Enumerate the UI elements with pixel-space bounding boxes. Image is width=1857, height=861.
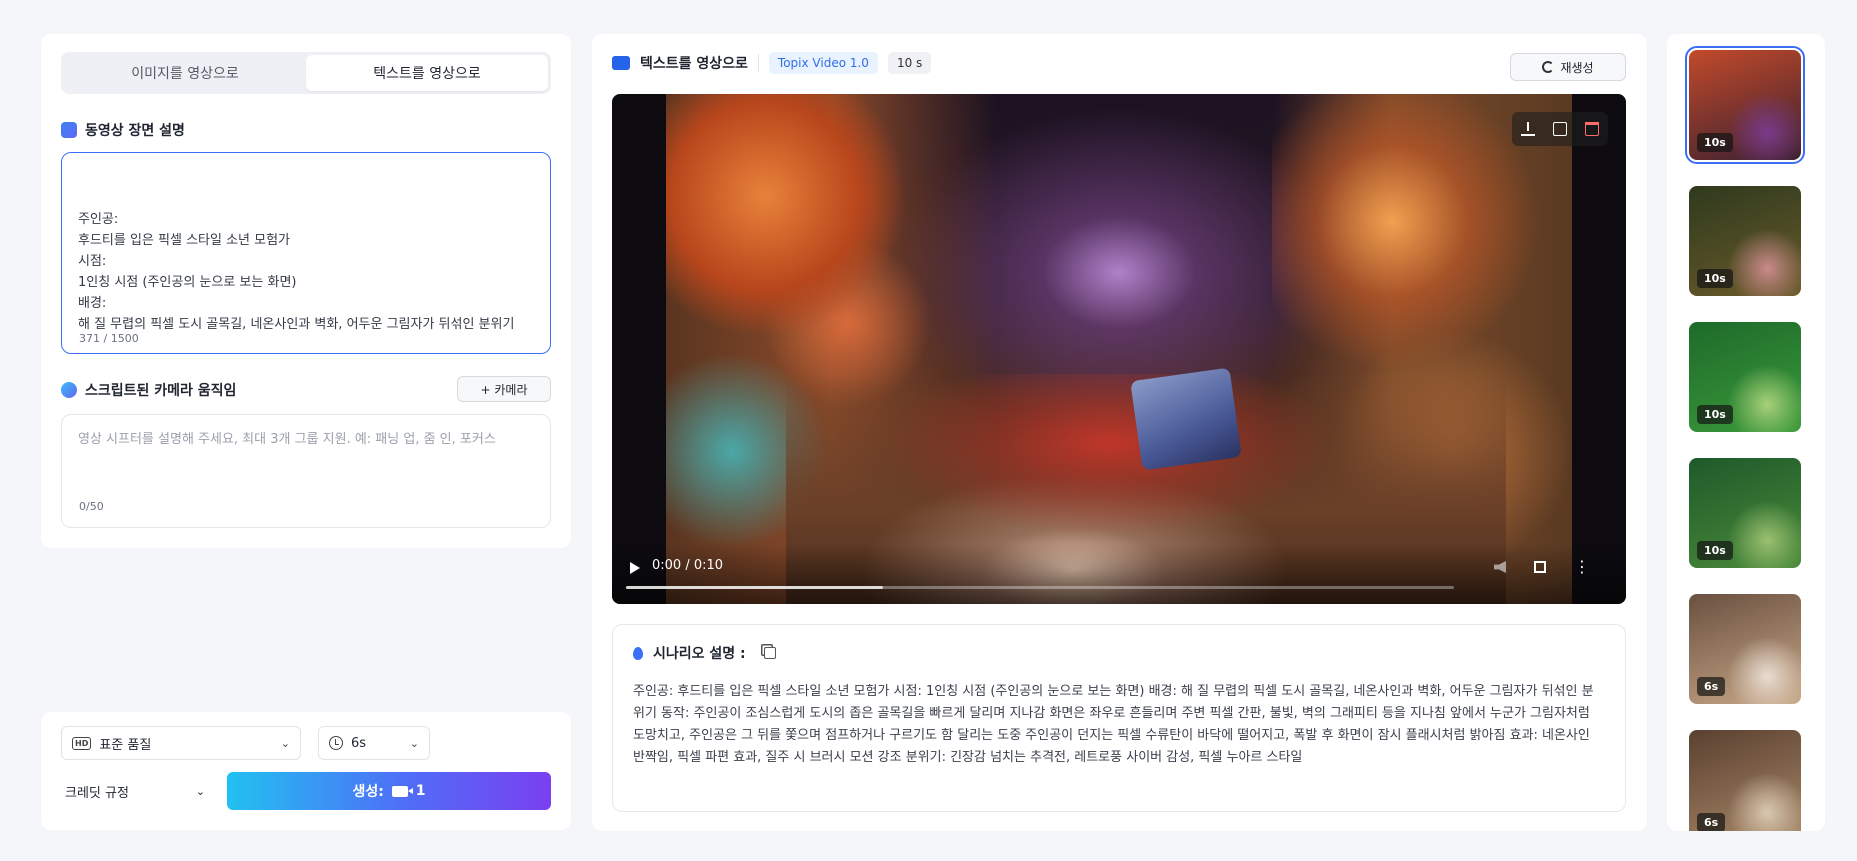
history-thumbnail[interactable]: 6s	[1689, 730, 1801, 831]
scenario-text: 주인공: 후드티를 입은 픽셀 스타일 소년 모험가 시점: 1인칭 시점 (주…	[633, 684, 1594, 765]
history-thumbnail[interactable]: 10s	[1689, 458, 1801, 568]
scene-section-header: 동영상 장면 설명	[61, 120, 185, 140]
chevron-down-icon: ⌄	[195, 784, 205, 798]
credit-label: 크레딧 규정	[65, 785, 129, 801]
scene-section-title: 동영상 장면 설명	[85, 123, 185, 139]
camera-placeholder: 영상 시프터를 설명해 주세요, 최대 3개 그룹 지원. 예: 패닝 업, 줌…	[78, 432, 496, 447]
generate-panel: HD 표준 품질 ⌄ 6s ⌄ 크레딧 규정 ⌄ 생성: 1	[41, 712, 571, 830]
mode-tabs: 이미지를 영상으로 텍스트를 영상으로	[61, 52, 551, 94]
preview-title: 텍스트를 영상으로	[640, 56, 748, 72]
video-controls: 0:00 / 0:10 ⋮	[612, 544, 1626, 604]
clock-icon	[329, 736, 343, 750]
history-thumbnail[interactable]: 10s	[1689, 186, 1801, 296]
location-pin-icon	[633, 646, 643, 660]
progress-bar[interactable]	[626, 586, 1454, 589]
duration-select[interactable]: 6s ⌄	[318, 726, 430, 760]
time-display: 0:00 / 0:10	[652, 558, 724, 573]
history-thumbnail[interactable]: 6s	[1689, 594, 1801, 704]
camera-movement-input[interactable]: 영상 시프터를 설명해 주세요, 최대 3개 그룹 지원. 예: 패닝 업, 줌…	[61, 414, 551, 528]
divider	[757, 54, 759, 72]
camera-button-label: + 카메라	[480, 382, 528, 397]
trash-icon[interactable]	[1585, 122, 1599, 136]
hd-icon: HD	[72, 736, 92, 750]
scene-description-input[interactable]: 주인공: 후드티를 입은 픽셀 스타일 소년 모험가 시점: 1인칭 시점 (주…	[61, 152, 551, 354]
model-badge: Topix Video 1.0	[768, 52, 878, 74]
generate-label: 생성:	[352, 784, 384, 800]
add-camera-button[interactable]: + 카메라	[457, 376, 551, 402]
history-panel: 10s 10s 10s 10s 6s 6s	[1667, 34, 1825, 831]
thumbnail-duration-badge: 10s	[1697, 541, 1733, 560]
thumbnail-duration-badge: 10s	[1697, 133, 1733, 152]
quality-label: 표준 품질	[99, 737, 152, 753]
scenario-header: 시나리오 설명 :	[633, 643, 1605, 663]
scene-char-counter: 371 / 1500	[79, 332, 139, 345]
edit-doc-icon	[61, 122, 77, 138]
fullscreen-icon[interactable]	[1534, 561, 1546, 573]
prompt-panel: 이미지를 영상으로 텍스트를 영상으로 동영상 장면 설명 주인공: 후드티를 …	[41, 34, 571, 548]
generate-button[interactable]: 생성: 1	[227, 772, 551, 810]
volume-icon[interactable]	[1494, 561, 1506, 573]
edit-icon[interactable]	[1553, 122, 1567, 136]
history-thumbnail[interactable]: 10s	[1689, 322, 1801, 432]
video-icon	[612, 56, 630, 70]
scene-description-text: 주인공: 후드티를 입은 픽셀 스타일 소년 모험가 시점: 1인칭 시점 (주…	[78, 212, 515, 332]
camera-icon	[61, 382, 77, 398]
copy-icon[interactable]	[763, 647, 776, 659]
tab-image-to-video[interactable]: 이미지를 영상으로	[64, 55, 306, 91]
duration-label: 6s	[351, 735, 367, 751]
preview-panel: 텍스트를 영상으로 Topix Video 1.0 10 s 재생성 0:00 …	[592, 34, 1647, 831]
duration-badge: 10 s	[887, 52, 932, 74]
chevron-down-icon: ⌄	[409, 736, 419, 750]
scenario-title: 시나리오 설명 :	[653, 646, 746, 662]
thumbnail-duration-badge: 6s	[1697, 813, 1726, 831]
play-icon[interactable]	[630, 562, 640, 574]
download-icon[interactable]	[1521, 122, 1535, 136]
video-camera-icon	[391, 785, 408, 797]
camera-char-counter: 0/50	[79, 500, 104, 513]
video-frame	[666, 94, 1572, 604]
progress-fill	[626, 586, 883, 589]
chevron-down-icon: ⌄	[280, 736, 290, 750]
regenerate-button[interactable]: 재생성	[1510, 53, 1626, 81]
refresh-icon	[1542, 61, 1555, 73]
video-player[interactable]: 0:00 / 0:10 ⋮	[612, 94, 1626, 604]
history-thumbnail[interactable]: 10s	[1685, 46, 1805, 164]
quality-select[interactable]: HD 표준 품질 ⌄	[61, 726, 301, 760]
video-toolbar	[1512, 112, 1608, 146]
tab-text-to-video[interactable]: 텍스트를 영상으로	[306, 55, 548, 91]
scenario-card: 시나리오 설명 : 주인공: 후드티를 입은 픽셀 스타일 소년 모험가 시점:…	[612, 624, 1626, 812]
camera-section-title: 스크립트된 카메라 움직임	[85, 383, 237, 399]
generate-count: 1	[415, 783, 426, 799]
preview-header: 텍스트를 영상으로 Topix Video 1.0 10 s	[612, 48, 932, 78]
credit-policy-dropdown[interactable]: 크레딧 규정 ⌄	[65, 776, 205, 806]
more-options-icon[interactable]: ⋮	[1574, 559, 1590, 575]
regenerate-label: 재생성	[1560, 60, 1594, 75]
thumbnail-duration-badge: 6s	[1697, 677, 1726, 696]
thumbnail-duration-badge: 10s	[1697, 405, 1733, 424]
camera-section-header: 스크립트된 카메라 움직임	[61, 380, 236, 400]
thumbnail-duration-badge: 10s	[1697, 269, 1733, 288]
